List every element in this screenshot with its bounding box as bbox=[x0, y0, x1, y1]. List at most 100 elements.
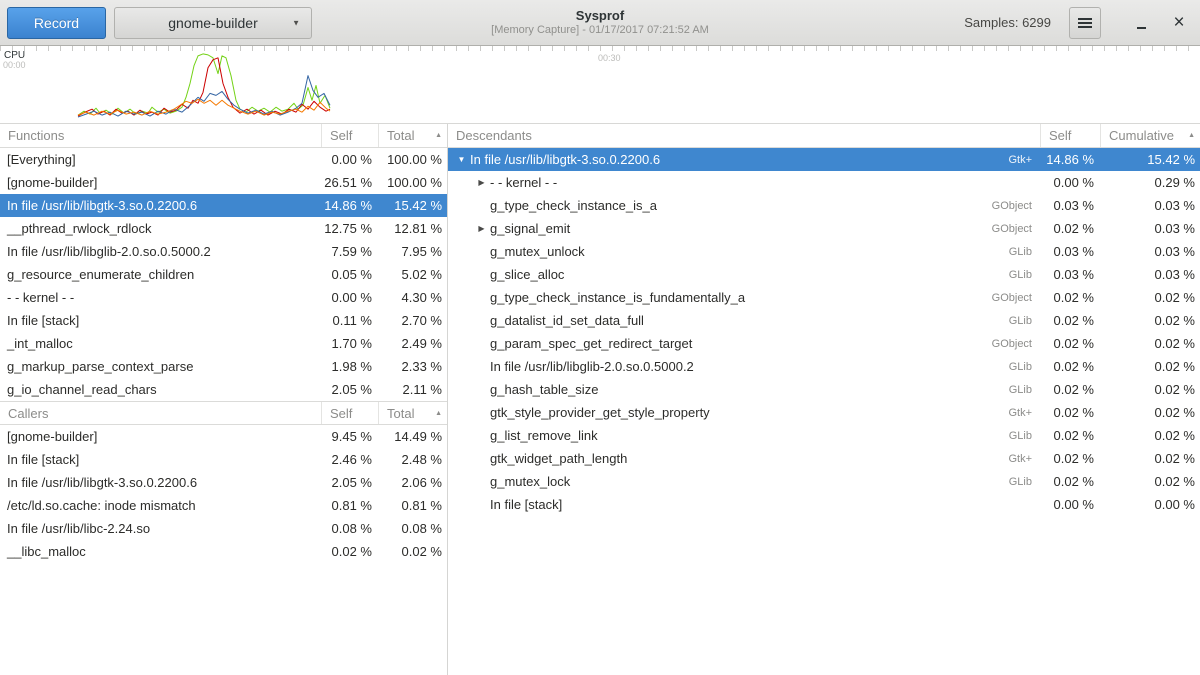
name-cell: ▶g_signal_emitGObject bbox=[448, 221, 1040, 236]
column-header-descendants[interactable]: Descendants bbox=[448, 124, 1040, 147]
library-category-label: GObject bbox=[992, 223, 1040, 235]
total-percent-cell: 100.00 % bbox=[378, 152, 447, 167]
table-row[interactable]: [Everything]0.00 %100.00 % bbox=[0, 148, 447, 171]
table-row[interactable]: g_type_check_instance_is_fundamentally_a… bbox=[448, 286, 1200, 309]
column-header-total-label: Total bbox=[387, 406, 414, 421]
name-cell: In file /usr/lib/libgtk-3.so.0.2200.6 bbox=[0, 475, 321, 490]
table-row[interactable]: g_list_remove_linkGLib0.02 %0.02 % bbox=[448, 424, 1200, 447]
cpu-graph[interactable]: CPU 00:00 00:30 bbox=[0, 46, 1200, 124]
function-name: gtk_style_provider_get_style_property bbox=[490, 405, 710, 420]
table-row[interactable]: _int_malloc1.70 %2.49 % bbox=[0, 332, 447, 355]
total-percent-cell: 100.00 % bbox=[378, 175, 447, 190]
column-header-functions[interactable]: Functions bbox=[0, 124, 321, 147]
headerbar: Record gnome-builder ▼ Sysprof [Memory C… bbox=[0, 0, 1200, 46]
table-row[interactable]: __pthread_rwlock_rdlock12.75 %12.81 % bbox=[0, 217, 447, 240]
table-row[interactable]: g_markup_parse_context_parse1.98 %2.33 % bbox=[0, 355, 447, 378]
table-row[interactable]: In file /usr/lib/libc-2.24.so0.08 %0.08 … bbox=[0, 517, 447, 540]
function-name: In file /usr/lib/libgtk-3.so.0.2200.6 bbox=[7, 198, 197, 213]
expander-collapsed-icon[interactable]: ▶ bbox=[473, 178, 490, 187]
column-header-self[interactable]: Self bbox=[1040, 124, 1100, 147]
table-row[interactable]: g_slice_allocGLib0.03 %0.03 % bbox=[448, 263, 1200, 286]
name-cell: ▶- - kernel - - bbox=[448, 175, 1040, 190]
table-row[interactable]: [gnome-builder]9.45 %14.49 % bbox=[0, 425, 447, 448]
total-percent-cell: 2.70 % bbox=[378, 313, 447, 328]
table-row[interactable]: g_resource_enumerate_children0.05 %5.02 … bbox=[0, 263, 447, 286]
self-percent-cell: 2.05 % bbox=[321, 475, 378, 490]
column-header-total[interactable]: Total ▲ bbox=[378, 124, 447, 147]
table-row[interactable]: ▶g_signal_emitGObject0.02 %0.03 % bbox=[448, 217, 1200, 240]
table-row[interactable]: g_param_spec_get_redirect_targetGObject0… bbox=[448, 332, 1200, 355]
name-cell: gtk_style_provider_get_style_property Gtk… bbox=[448, 405, 1040, 420]
cumulative-percent-cell: 0.02 % bbox=[1100, 474, 1200, 489]
minimize-icon bbox=[1137, 27, 1146, 29]
close-button[interactable]: × bbox=[1165, 9, 1193, 37]
title-box: Sysprof [Memory Capture] - 01/17/2017 07… bbox=[491, 8, 709, 38]
cumulative-percent-cell: 0.03 % bbox=[1100, 198, 1200, 213]
menu-button[interactable] bbox=[1069, 7, 1101, 39]
function-name: In file [stack] bbox=[7, 452, 79, 467]
self-percent-cell: 0.03 % bbox=[1040, 267, 1100, 282]
name-cell: __libc_malloc bbox=[0, 544, 321, 559]
column-header-callers[interactable]: Callers bbox=[0, 402, 321, 424]
name-cell: __pthread_rwlock_rdlock bbox=[0, 221, 321, 236]
record-button[interactable]: Record bbox=[7, 7, 106, 39]
table-row[interactable]: g_hash_table_sizeGLib0.02 %0.02 % bbox=[448, 378, 1200, 401]
table-row[interactable]: g_mutex_lockGLib0.02 %0.02 % bbox=[448, 470, 1200, 493]
column-header-self[interactable]: Self bbox=[321, 402, 378, 424]
cumulative-percent-cell: 0.03 % bbox=[1100, 244, 1200, 259]
table-row[interactable]: g_mutex_unlockGLib0.03 %0.03 % bbox=[448, 240, 1200, 263]
cumulative-percent-cell: 0.02 % bbox=[1100, 359, 1200, 374]
window-subtitle: [Memory Capture] - 01/17/2017 07:21:52 A… bbox=[491, 24, 709, 38]
expander-expanded-icon[interactable]: ▼ bbox=[453, 155, 470, 164]
name-cell: g_param_spec_get_redirect_targetGObject bbox=[448, 336, 1040, 351]
function-name: g_resource_enumerate_children bbox=[7, 267, 194, 282]
table-row[interactable]: /etc/ld.so.cache: inode mismatch0.81 %0.… bbox=[0, 494, 447, 517]
minimize-button[interactable] bbox=[1127, 9, 1155, 37]
table-row[interactable]: In file /usr/lib/libgtk-3.so.0.2200.614.… bbox=[0, 194, 447, 217]
table-row[interactable]: In file /usr/lib/libgtk-3.so.0.2200.62.0… bbox=[0, 471, 447, 494]
descendants-table-body: ▼In file /usr/lib/libgtk-3.so.0.2200.6Gt… bbox=[448, 148, 1200, 516]
function-name: [gnome-builder] bbox=[7, 175, 97, 190]
table-row[interactable]: ▶- - kernel - -0.00 %0.29 % bbox=[448, 171, 1200, 194]
table-row[interactable]: g_type_check_instance_is_aGObject0.03 %0… bbox=[448, 194, 1200, 217]
total-percent-cell: 0.02 % bbox=[378, 544, 447, 559]
functions-table: Functions Self Total ▲ [Everything]0.00 … bbox=[0, 124, 447, 401]
name-cell: _int_malloc bbox=[0, 336, 321, 351]
expander-collapsed-icon[interactable]: ▶ bbox=[473, 224, 490, 233]
self-percent-cell: 0.02 % bbox=[1040, 474, 1100, 489]
table-row[interactable]: In file /usr/lib/libglib-2.0.so.0.5000.2… bbox=[448, 355, 1200, 378]
column-header-cumulative[interactable]: Cumulative ▲ bbox=[1100, 124, 1200, 147]
cumulative-percent-cell: 0.02 % bbox=[1100, 405, 1200, 420]
descendants-table: Descendants Self Cumulative ▲ ▼In file /… bbox=[448, 124, 1200, 516]
column-header-total[interactable]: Total ▲ bbox=[378, 402, 447, 424]
table-row[interactable]: g_datalist_id_set_data_fullGLib0.02 %0.0… bbox=[448, 309, 1200, 332]
table-row[interactable]: In file [stack]2.46 %2.48 % bbox=[0, 448, 447, 471]
table-row[interactable]: [gnome-builder]26.51 %100.00 % bbox=[0, 171, 447, 194]
window-title: Sysprof bbox=[491, 8, 709, 24]
table-row[interactable]: g_io_channel_read_chars2.05 %2.11 % bbox=[0, 378, 447, 401]
table-row[interactable]: - - kernel - -0.00 %4.30 % bbox=[0, 286, 447, 309]
chevron-down-icon: ▼ bbox=[292, 18, 300, 27]
table-row[interactable]: __libc_malloc0.02 %0.02 % bbox=[0, 540, 447, 563]
callers-table: Callers Self Total ▲ [gnome-builder]9.45… bbox=[0, 401, 447, 563]
table-row[interactable]: In file [stack]0.11 %2.70 % bbox=[0, 309, 447, 332]
self-percent-cell: 0.81 % bbox=[321, 498, 378, 513]
table-row[interactable]: gtk_style_provider_get_style_property Gtk… bbox=[448, 401, 1200, 424]
process-selector[interactable]: gnome-builder ▼ bbox=[114, 7, 312, 39]
name-cell: ▼In file /usr/lib/libgtk-3.so.0.2200.6Gt… bbox=[448, 152, 1040, 167]
table-row[interactable]: In file [stack]0.00 %0.00 % bbox=[448, 493, 1200, 516]
self-percent-cell: 0.03 % bbox=[1040, 244, 1100, 259]
cumulative-percent-cell: 0.02 % bbox=[1100, 382, 1200, 397]
self-percent-cell: 1.70 % bbox=[321, 336, 378, 351]
function-name: g_type_check_instance_is_fundamentally_a bbox=[490, 290, 745, 305]
right-pane: Descendants Self Cumulative ▲ ▼In file /… bbox=[448, 124, 1200, 675]
table-row[interactable]: gtk_widget_path_lengthGtk+0.02 %0.02 % bbox=[448, 447, 1200, 470]
process-selector-label: gnome-builder bbox=[168, 15, 258, 31]
table-row[interactable]: ▼In file /usr/lib/libgtk-3.so.0.2200.6Gt… bbox=[448, 148, 1200, 171]
table-row[interactable]: In file /usr/lib/libglib-2.0.so.0.5000.2… bbox=[0, 240, 447, 263]
function-name: /etc/ld.so.cache: inode mismatch bbox=[7, 498, 196, 513]
cumulative-percent-cell: 15.42 % bbox=[1100, 152, 1200, 167]
column-header-self[interactable]: Self bbox=[321, 124, 378, 147]
library-category-label: Gtk+ bbox=[1008, 407, 1040, 419]
name-cell: In file [stack] bbox=[0, 452, 321, 467]
